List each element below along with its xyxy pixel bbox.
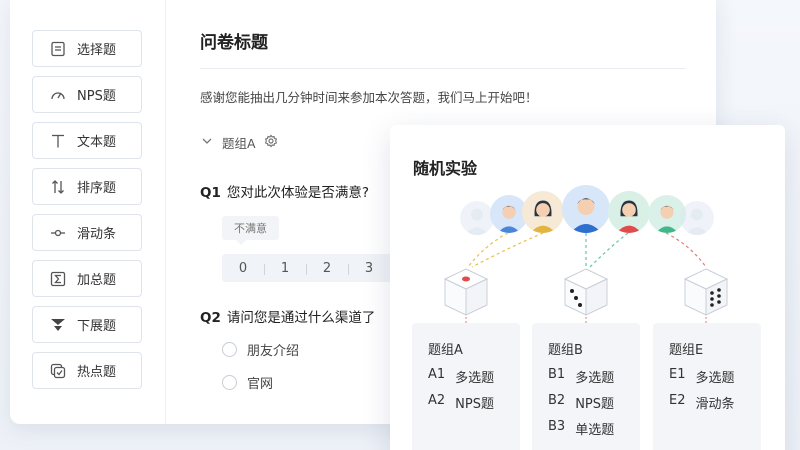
page-title[interactable]: 问卷标题: [200, 28, 268, 53]
cascade-icon: [49, 316, 67, 334]
sidebar-item-text[interactable]: 文本题: [32, 122, 142, 159]
sidebar-item-sort[interactable]: 排序题: [32, 168, 142, 205]
sidebar-item-label: 选择题: [77, 43, 117, 58]
group-question-row: B1 多选题: [548, 367, 614, 386]
radio-button[interactable]: [222, 342, 237, 357]
scale-tooltip: 不满意: [222, 216, 279, 245]
option-label: 朋友介绍: [247, 344, 300, 359]
question-type: 单选题: [575, 423, 615, 438]
sort-arrows-icon: [49, 178, 67, 196]
question-code: A2: [428, 393, 446, 408]
hotspot-icon: [49, 362, 67, 380]
radio-option[interactable]: 官网: [222, 373, 273, 392]
sigma-icon: [49, 270, 67, 288]
sidebar-item-label: 滑动条: [77, 227, 117, 242]
slider-icon: [49, 224, 67, 242]
random-experiment-panel: 随机实验 题组A A1 多选题 A2 NPS题 题组B B1 多选题 B2 NP…: [390, 125, 785, 450]
sidebar-item-label: 加总题: [77, 273, 117, 288]
question-number: Q2: [200, 310, 221, 326]
question-type: 滑动条: [695, 397, 735, 412]
question-type: 多选题: [695, 371, 735, 386]
question-type: NPS题: [455, 397, 494, 412]
sidebar-item-label: 下展题: [77, 319, 117, 334]
group-question-row: B3 单选题: [548, 419, 614, 438]
question-code: B3: [548, 419, 566, 434]
scale-option[interactable]: 1: [264, 261, 306, 276]
sidebar-item-nps[interactable]: NPS题: [32, 76, 142, 113]
question-number: Q1: [200, 185, 221, 201]
sidebar-item-cascade[interactable]: 下展题: [32, 306, 142, 343]
question-group-header[interactable]: 题组A: [200, 133, 278, 152]
radio-option[interactable]: 朋友介绍: [222, 340, 299, 359]
group-card-a[interactable]: 题组A A1 多选题 A2 NPS题: [412, 323, 520, 450]
title-divider: [200, 68, 686, 69]
dice-icon: [683, 268, 729, 316]
sidebar-item-label: 热点题: [77, 365, 117, 380]
chevron-down-icon[interactable]: [200, 134, 214, 151]
group-label: 题组A: [222, 136, 256, 151]
dice-icon: [443, 268, 489, 316]
question-code: B2: [548, 393, 566, 408]
sidebar-item-sum[interactable]: 加总题: [32, 260, 142, 297]
question-2: Q2 请问您是通过什么渠道了: [200, 306, 375, 326]
text-t-icon: [49, 132, 67, 150]
radio-button[interactable]: [222, 375, 237, 390]
sidebar-item-slider[interactable]: 滑动条: [32, 214, 142, 251]
question-type: 多选题: [455, 371, 495, 386]
group-question-row: A2 NPS题: [428, 393, 494, 412]
question-code: A1: [428, 367, 446, 382]
panel-title: 随机实验: [413, 159, 478, 178]
survey-intro[interactable]: 感谢您能抽出几分钟时间来参加本次答题，我们马上开始吧！: [200, 87, 538, 106]
sidebar-item-label: 文本题: [77, 135, 117, 150]
dice-icon: [563, 268, 609, 316]
question-code: E1: [669, 367, 686, 382]
gauge-icon: [49, 86, 67, 104]
group-name: 题组A: [428, 343, 463, 358]
sidebar-item-label: NPS题: [77, 89, 116, 104]
scale-option[interactable]: 0: [222, 261, 264, 276]
question-code: B1: [548, 367, 566, 382]
group-name: 题组E: [669, 343, 704, 358]
question-type: 多选题: [575, 371, 615, 386]
sidebar-item-hotspot[interactable]: 热点题: [32, 352, 142, 389]
group-card-e[interactable]: 题组E E1 多选题 E2 滑动条: [653, 323, 761, 450]
group-question-row: A1 多选题: [428, 367, 494, 386]
list-icon: [49, 40, 67, 58]
scale-option[interactable]: 2: [306, 261, 348, 276]
group-question-row: E2 滑动条: [669, 393, 735, 412]
question-1: Q1 您对此次体验是否满意?: [200, 181, 369, 201]
group-question-row: E1 多选题: [669, 367, 735, 386]
gear-icon[interactable]: [264, 134, 278, 151]
sidebar-item-label: 排序题: [77, 181, 117, 196]
option-label: 官网: [247, 377, 274, 392]
group-question-row: B2 NPS题: [548, 393, 614, 412]
group-card-b[interactable]: 题组B B1 多选题 B2 NPS题 B3 单选题: [532, 323, 640, 450]
question-text: 请问您是通过什么渠道了: [226, 310, 376, 326]
question-text: 您对此次体验是否满意?: [226, 185, 370, 201]
question-type: NPS题: [575, 397, 615, 412]
sidebar-item-choice[interactable]: 选择题: [32, 30, 142, 67]
scale-option[interactable]: 3: [348, 261, 390, 276]
question-code: E2: [669, 393, 686, 408]
question-type-sidebar: 选择题 NPS题 文本题 排序题 滑动条 加总题 下展题 热点题: [10, 0, 166, 424]
group-name: 题组B: [548, 343, 583, 358]
